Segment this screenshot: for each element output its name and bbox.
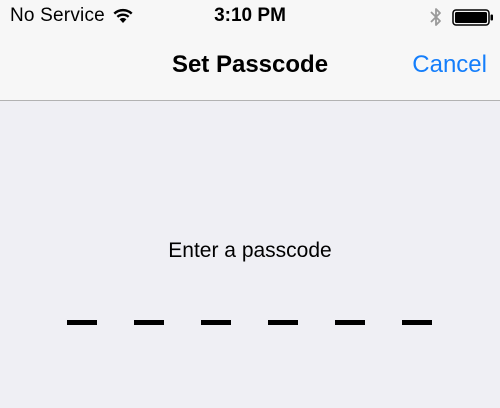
cancel-button[interactable]: Cancel: [412, 51, 487, 79]
status-time: 3:10 PM: [214, 5, 286, 26]
set-passcode-screen: No Service 3:10 PM Set Passcode Cancel E…: [0, 0, 500, 408]
battery-icon: [452, 9, 493, 26]
bluetooth-icon: [430, 8, 441, 26]
passcode-digit-slot: [402, 320, 432, 325]
navigation-bar: Set Passcode Cancel: [0, 34, 500, 101]
passcode-prompt: Enter a passcode: [168, 239, 332, 262]
passcode-digit-slot: [201, 320, 231, 325]
passcode-digit-slot: [335, 320, 365, 325]
passcode-digit-slot: [268, 320, 298, 325]
passcode-digit-slot: [67, 320, 97, 325]
passcode-digit-slot: [134, 320, 164, 325]
status-bar: No Service 3:10 PM: [0, 0, 500, 34]
